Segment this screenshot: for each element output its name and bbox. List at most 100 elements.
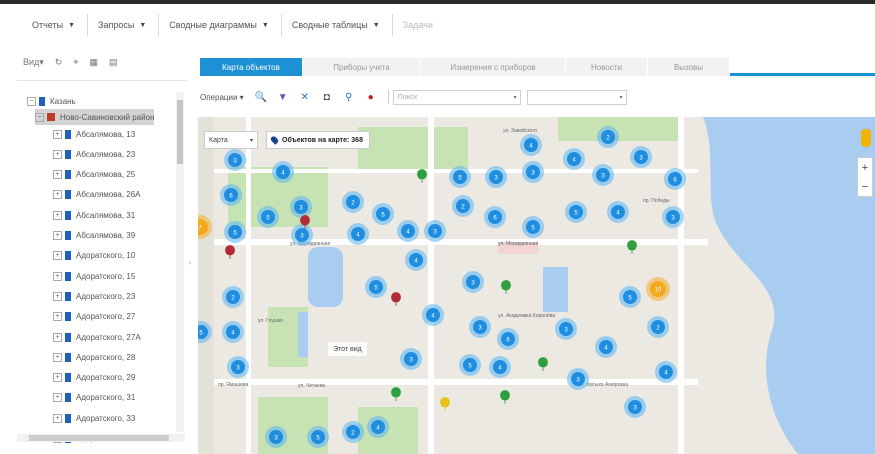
menu-tasks-label: Задачи — [402, 20, 433, 30]
tree-item-label: Адоратского, 29 — [76, 373, 136, 383]
clear-filter-icon[interactable]: ✕ — [296, 89, 314, 105]
tab-calls[interactable]: Вызовы — [648, 58, 730, 76]
marker-cluster: 4 — [655, 361, 677, 383]
marker-cluster: 5 — [257, 206, 279, 228]
stop-icon[interactable]: ● — [362, 89, 380, 105]
expand-toggle-icon[interactable]: + — [53, 373, 62, 383]
tree-item[interactable]: + Адоратского, 23 — [53, 288, 135, 304]
menu-pivot-tables[interactable]: Сводные таблицы ▼ — [282, 14, 393, 36]
list-icon[interactable]: ▤ — [109, 57, 118, 68]
expand-toggle-icon[interactable]: − — [27, 96, 36, 106]
menu-pivot-charts[interactable]: Сводные диаграммы ▼ — [159, 14, 282, 36]
tree-horizontal-scrollbar[interactable] — [17, 434, 185, 442]
chevron-down-icon: ▼ — [68, 21, 76, 29]
expand-toggle-icon[interactable]: + — [53, 291, 62, 301]
building-icon — [65, 251, 71, 261]
tree-item[interactable]: + Абсалямова, 39 — [53, 228, 135, 244]
marker-cluster: 5 — [365, 276, 387, 298]
marker-cluster: 6 — [484, 206, 506, 228]
tree-item[interactable]: + Адоратского, 27А — [53, 329, 141, 345]
objects-count-label: Объектов на карте: 368 — [282, 136, 363, 144]
filter-select[interactable]: ▾ — [526, 89, 627, 105]
chevron-down-icon: ▾ — [619, 94, 623, 101]
tab-objects-map[interactable]: Карта объектов — [200, 58, 303, 76]
tree-item[interactable]: + Адоратского, 27 — [53, 309, 135, 325]
district-icon — [47, 113, 55, 121]
operations-dropdown[interactable]: Операции ▾ — [200, 93, 244, 102]
marker-cluster: 5 — [565, 201, 587, 223]
panel-splitter[interactable]: ‹ — [189, 258, 192, 272]
tree-item-label: Адоратского, 28 — [76, 352, 136, 362]
search-input[interactable]: Поиск ▾ — [392, 89, 521, 105]
expand-toggle-icon[interactable]: + — [53, 393, 62, 403]
expand-toggle-icon[interactable]: + — [53, 231, 62, 240]
tree-item[interactable]: + Абсалямова, 25 — [53, 167, 135, 183]
tab-meters[interactable]: Приборы учета — [303, 58, 421, 76]
filter-icon[interactable]: ▼ — [274, 89, 292, 105]
map-layer-select[interactable]: Карта ▾ — [204, 131, 258, 149]
tab-measurements[interactable]: Измерения с приборов — [421, 58, 566, 76]
road — [678, 117, 684, 454]
expand-toggle-icon[interactable]: + — [53, 170, 62, 180]
map-base: ул. Меридианная ул. Меридианнаяул. Глушко… — [198, 117, 875, 454]
tree-item-label: Казань — [50, 96, 76, 106]
grid-icon[interactable]: ▦ — [89, 57, 98, 68]
view-dropdown[interactable]: Вид▾ — [23, 57, 44, 68]
tree-item[interactable]: + Адоратского, 28 — [53, 349, 135, 365]
tree-item[interactable]: + Абсалямова, 23 — [53, 146, 135, 162]
expand-toggle-icon[interactable]: + — [53, 129, 62, 139]
app-window: Отчеты ▼ Запросы ▼ Сводные диаграммы ▼ Свод… — [0, 0, 875, 454]
tree-root[interactable]: − Казань — [27, 93, 76, 109]
building-icon — [65, 393, 71, 403]
tree-vertical-scrollbar[interactable] — [176, 92, 184, 432]
expand-toggle-icon[interactable]: + — [53, 149, 62, 159]
search-icon[interactable]: ⚲ — [340, 89, 358, 105]
expand-toggle-icon[interactable]: + — [53, 210, 62, 220]
street-view-icon[interactable] — [861, 129, 871, 147]
map-layer-label: Карта — [209, 136, 228, 144]
menu-queries[interactable]: Запросы ▼ — [88, 14, 160, 36]
tree-toolbar: Вид▾ ↻ ⌖ ▦ ▤ — [17, 52, 183, 72]
street-label: ул. Завойского — [503, 127, 537, 134]
locate-icon[interactable]: ⌖ — [73, 57, 78, 68]
tree-district[interactable]: − Ново-Савиновский район — [35, 109, 155, 125]
objects-map[interactable]: ул. Меридианная ул. Меридианная ул. Глушко… — [198, 117, 875, 454]
expand-toggle-icon[interactable]: + — [53, 271, 62, 281]
expand-toggle-icon[interactable]: + — [53, 190, 62, 200]
marker-cluster: 3 — [485, 166, 507, 188]
tree-item[interactable]: + Адоратского, 29 — [53, 370, 135, 386]
tree-item[interactable]: + Адоратского, 15 — [53, 268, 135, 284]
expand-toggle-icon[interactable]: + — [53, 251, 62, 261]
expand-toggle-icon[interactable]: + — [53, 312, 62, 322]
zoom-in-button[interactable]: + — [862, 162, 868, 174]
tab-news[interactable]: Новости — [566, 58, 648, 76]
marker-cluster: 4 — [222, 321, 244, 343]
tree-item[interactable]: + Адоратского, 31 — [53, 390, 135, 406]
expand-toggle-icon[interactable]: + — [53, 413, 62, 423]
road — [246, 117, 251, 454]
tree-item-label: Абсалямова, 39 — [76, 231, 136, 240]
tree-item[interactable]: + Абсалямова, 13 — [53, 126, 135, 142]
expand-toggle-icon[interactable]: − — [35, 112, 44, 122]
chevron-down-icon: ▾ — [239, 92, 244, 102]
expand-toggle-icon[interactable]: + — [53, 332, 62, 342]
camera-icon[interactable]: ◘ — [318, 89, 336, 105]
tree-item[interactable]: + Адоратского, 10 — [53, 248, 135, 264]
tree-item[interactable]: + Абсалямова, 26А — [53, 187, 141, 203]
expand-toggle-icon[interactable]: + — [53, 352, 62, 362]
scrollbar-thumb[interactable] — [177, 100, 183, 164]
menu-tasks[interactable]: Задачи — [393, 14, 445, 36]
marker-cluster: 2 — [452, 195, 474, 217]
marker-cluster: 4 — [422, 304, 444, 326]
tree-item[interactable]: + Абсалямова, 31 — [53, 207, 135, 223]
zoom-to-objects-icon[interactable]: 🔍 — [252, 89, 270, 105]
refresh-icon[interactable]: ↻ — [55, 57, 63, 68]
building-icon — [65, 129, 71, 139]
tree-item[interactable]: + Адоратского, 33 — [53, 410, 135, 426]
marker-cluster: 3 — [265, 426, 287, 448]
menu-reports[interactable]: Отчеты ▼ — [22, 14, 89, 36]
road — [428, 117, 434, 454]
marker-cluster: 2 — [342, 421, 364, 443]
scrollbar-thumb[interactable] — [29, 435, 169, 441]
zoom-out-button[interactable]: − — [862, 181, 868, 193]
